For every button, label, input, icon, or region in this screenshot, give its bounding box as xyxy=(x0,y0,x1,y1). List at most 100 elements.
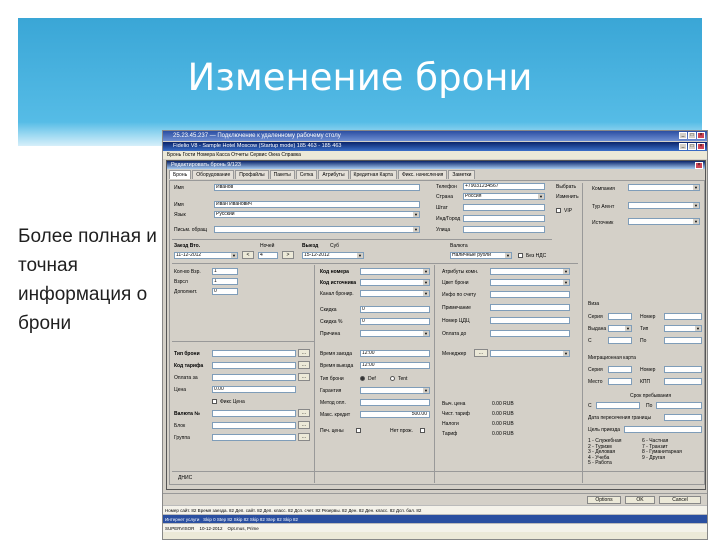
chevron-down-icon: ▼ xyxy=(625,326,631,331)
extra-field[interactable]: 0 xyxy=(212,288,238,295)
tab-grid[interactable]: Сетка xyxy=(295,170,318,179)
group-field[interactable] xyxy=(212,434,296,441)
ok-button[interactable]: OK xyxy=(625,496,655,504)
mig-number-field[interactable] xyxy=(664,366,702,373)
nights-field[interactable]: 4 xyxy=(258,252,278,259)
prev-night-button[interactable]: < xyxy=(242,251,254,259)
maximize-icon[interactable]: □ xyxy=(688,132,696,139)
children-field[interactable]: 1 xyxy=(212,278,238,285)
purpose-field[interactable] xyxy=(624,426,702,433)
attr-room-select[interactable]: ▼ xyxy=(490,268,570,275)
channel-select[interactable]: ▼ xyxy=(360,290,430,297)
room-info-field[interactable] xyxy=(490,291,570,298)
tent-radio[interactable] xyxy=(390,376,395,381)
phone-field[interactable]: +79031234567 xyxy=(463,183,545,190)
currency-no-button[interactable]: ... xyxy=(298,409,310,417)
fix-rate-checkbox[interactable] xyxy=(356,428,361,433)
agent-select[interactable]: ▼ xyxy=(628,202,700,209)
tab-equipment[interactable]: Оборудование xyxy=(192,170,235,179)
menu-bar[interactable]: Бронь Гости Номера Касса Отчеты Сервис О… xyxy=(163,151,707,159)
state-field[interactable] xyxy=(463,204,545,211)
app-minimize-icon[interactable]: _ xyxy=(679,143,687,150)
tab-packages[interactable]: Пакеты xyxy=(269,170,295,179)
vip-checkbox[interactable] xyxy=(556,208,561,213)
tab-attributes[interactable]: Атрибуты xyxy=(318,170,349,179)
block-field[interactable] xyxy=(212,422,296,429)
visa-issued-select[interactable]: ▼ xyxy=(608,325,632,332)
rate-type-button[interactable]: ... xyxy=(298,361,310,369)
departure-time-field[interactable]: 12:00 xyxy=(360,362,430,369)
street-field[interactable] xyxy=(463,226,545,233)
group-button[interactable]: ... xyxy=(298,433,310,441)
border-date-field[interactable] xyxy=(664,414,702,421)
dialog-close-icon[interactable]: × xyxy=(695,162,703,169)
app-maximize-icon[interactable]: □ xyxy=(688,143,696,150)
guarantee-select[interactable]: ▼ xyxy=(360,387,430,394)
rate-type-field[interactable] xyxy=(212,362,296,369)
chevron-down-icon: ▼ xyxy=(693,203,699,208)
cancel-button[interactable]: Cancel xyxy=(659,496,701,504)
zip-field[interactable] xyxy=(463,215,545,222)
manager-button[interactable]: ... xyxy=(474,349,488,357)
visa-label: Виза xyxy=(588,301,600,307)
mig-place-field[interactable] xyxy=(608,378,632,385)
room-color-select[interactable]: ▼ xyxy=(490,279,570,286)
pay-to-button[interactable]: ... xyxy=(298,373,310,381)
pay-method-field[interactable] xyxy=(360,399,430,406)
discount-field[interactable]: 0 xyxy=(360,306,430,313)
choose-button[interactable]: Выбрать xyxy=(556,184,576,190)
visa-type-select[interactable]: ▼ xyxy=(664,325,702,332)
arrival-time-field[interactable]: 12:00 xyxy=(360,350,430,357)
room-type-select[interactable]: ▼ xyxy=(360,268,430,275)
price-field[interactable]: 0.00 xyxy=(212,386,296,393)
manager-select[interactable]: ▼ xyxy=(490,350,570,357)
period-to-field[interactable] xyxy=(656,402,702,409)
source-select[interactable]: ▼ xyxy=(628,218,700,225)
discount-pct-field[interactable]: 0 xyxy=(360,318,430,325)
no-vat-checkbox[interactable] xyxy=(518,253,523,258)
options-button[interactable]: Options xyxy=(587,496,621,504)
pay-to-field[interactable] xyxy=(212,374,296,381)
mig-kpp-field[interactable] xyxy=(664,378,702,385)
source-code-select[interactable]: ▼ xyxy=(360,279,430,286)
visa-to-field[interactable] xyxy=(664,337,702,344)
minimize-icon[interactable]: _ xyxy=(679,132,687,139)
period-from-field[interactable] xyxy=(596,402,640,409)
pay-before-field[interactable] xyxy=(490,330,570,337)
chevron-down-icon: ▼ xyxy=(693,185,699,190)
tab-profiles[interactable]: Профайлы xyxy=(235,170,269,179)
next-night-button[interactable]: > xyxy=(282,251,294,259)
def-radio[interactable] xyxy=(360,376,365,381)
first-name-field[interactable]: Иванов xyxy=(214,184,420,191)
tab-booking[interactable]: Бронь xyxy=(169,170,192,179)
adults-field[interactable]: 1 xyxy=(212,268,238,275)
fixed-price-checkbox[interactable] xyxy=(212,399,217,404)
country-select[interactable]: Россия ▼ xyxy=(463,193,545,200)
currency-select[interactable]: Наличные рубли ▼ xyxy=(450,252,512,259)
note-field[interactable] xyxy=(490,304,570,311)
change-button[interactable]: Изменить xyxy=(556,194,579,200)
tab-fixed-charges[interactable]: Фикс. начисления xyxy=(397,170,448,179)
visa-series-field[interactable] xyxy=(608,313,632,320)
last-name-field[interactable]: Иван Иванович xyxy=(214,201,420,208)
company-select[interactable]: ▼ xyxy=(628,184,700,191)
rate-code-button[interactable]: ... xyxy=(298,349,310,357)
app-close-icon[interactable]: × xyxy=(697,143,705,150)
rate-code-field[interactable] xyxy=(212,350,296,357)
close-icon[interactable]: × xyxy=(697,132,705,139)
city-tax-field[interactable] xyxy=(490,317,570,324)
tab-notes[interactable]: Заметки xyxy=(448,170,476,179)
tab-credit-card[interactable]: Кредитная Карта xyxy=(349,170,397,179)
block-button[interactable]: ... xyxy=(298,421,310,429)
language-select[interactable]: Русский ▼ xyxy=(214,211,420,218)
visa-from-field[interactable] xyxy=(608,337,632,344)
reason-select[interactable]: ▼ xyxy=(360,330,430,337)
mig-series-field[interactable] xyxy=(608,366,632,373)
no-post-checkbox[interactable] xyxy=(420,428,425,433)
max-credit-field[interactable]: 500.00 xyxy=(360,411,430,418)
arrival-date-field[interactable]: 11-12-2012 ▼ xyxy=(174,252,238,259)
salutation-select[interactable]: ▼ xyxy=(214,226,420,233)
departure-date-field[interactable]: 15-12-2012 ▼ xyxy=(302,252,364,259)
visa-number-field[interactable] xyxy=(664,313,702,320)
currency-no-field[interactable] xyxy=(212,410,296,417)
